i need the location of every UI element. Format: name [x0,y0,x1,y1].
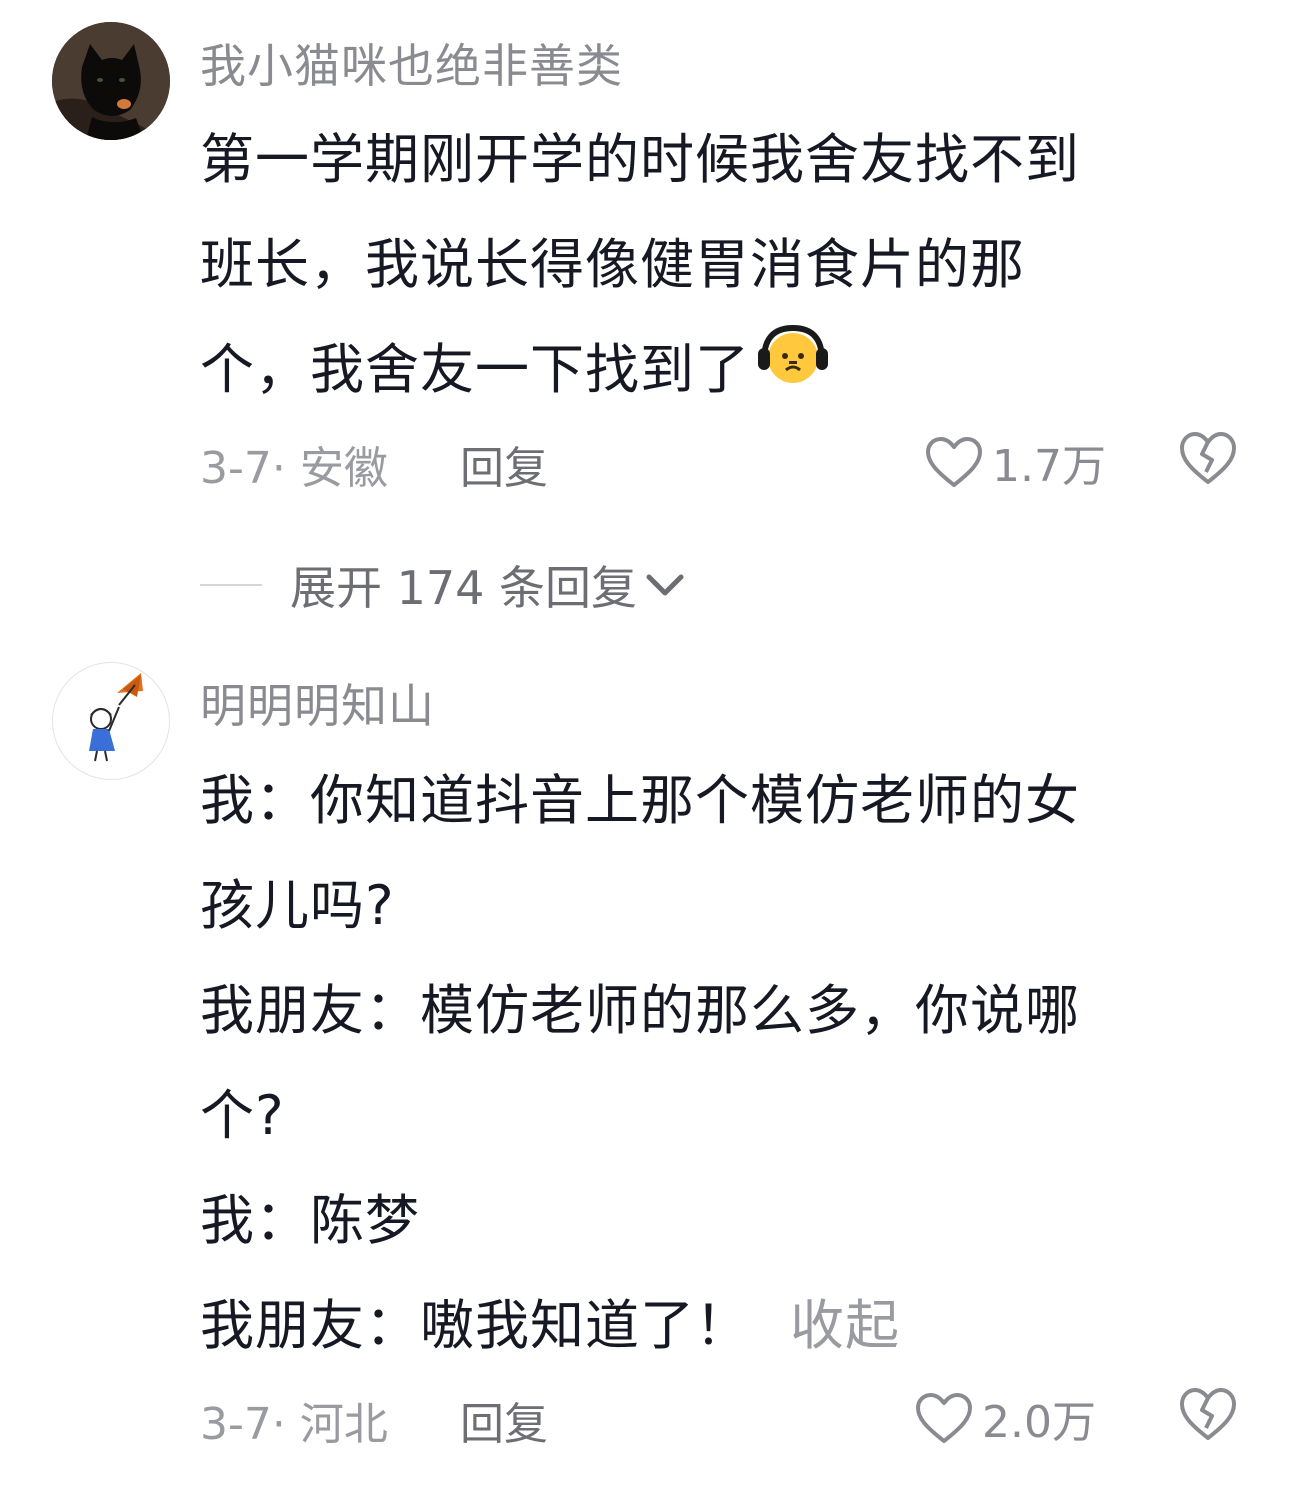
broken-heart-icon [1180,432,1236,484]
comment-line: 个，我舍友一下找到了 [200,317,1200,426]
comment-line: 班长，我说长得像健胃消食片的那 [200,233,1025,296]
like-button[interactable]: 2.0万 [914,1386,1096,1450]
collapse-button[interactable]: 收起 [790,1294,900,1357]
like-button[interactable]: 1.7万 [924,430,1106,494]
date-location: 3-7· 安徽 [200,443,388,494]
comment-line: 我：陈梦 [200,1189,420,1252]
reply-button[interactable]: 回复 [460,1388,548,1452]
comment-line-text: 个，我舍友一下找到了 [200,338,750,401]
username[interactable]: 我小猫咪也绝非善类 [200,30,623,96]
comment-text: 我：你知道抖音上那个模仿老师的女 孩儿吗? 我朋友：模仿老师的那么多，你说哪 个… [200,748,1200,1378]
heart-icon [916,1393,972,1443]
like-count: 2.0万 [982,1397,1096,1448]
dislike-button[interactable] [1178,1386,1238,1453]
black-cat-avatar-icon [52,22,170,140]
expand-replies-label: 展开 174 条回复 [290,561,638,615]
date-location: 3-7· 河北 [200,1399,388,1450]
headphones-face-emoji-icon [756,315,830,420]
comment-line: 我：你知道抖音上那个模仿老师的女 [200,769,1080,832]
comment-line-text: 我朋友：嗷我知道了！ [200,1294,750,1357]
girl-with-umbrella-avatar-icon [89,673,143,762]
comment-line: 第一学期刚开学的时候我舍友找不到 [200,128,1080,191]
divider [200,584,262,586]
dislike-button[interactable] [1178,430,1238,497]
broken-heart-icon [1180,1388,1236,1440]
comment-meta: 3-7· 安徽 回复 1.7万 [200,430,1260,494]
comment-line: 我朋友：嗷我知道了！ 收起 [200,1273,1200,1378]
avatar[interactable] [52,22,170,140]
expand-replies-button[interactable]: 展开 174 条回复 [200,555,689,615]
heart-icon [926,437,982,487]
reply-button[interactable]: 回复 [460,432,548,496]
avatar[interactable] [52,662,170,780]
username[interactable]: 明明明知山 [200,670,435,736]
comment-line: 我朋友：模仿老师的那么多，你说哪 [200,979,1080,1042]
chevron-down-icon [646,574,684,596]
like-count: 1.7万 [992,441,1106,492]
comment-meta: 3-7· 河北 回复 2.0万 [200,1386,1260,1450]
comment-line: 孩儿吗? [200,874,395,937]
comment-text: 第一学期刚开学的时候我舍友找不到 班长，我说长得像健胃消食片的那 个，我舍友一下… [200,107,1200,426]
comment-line: 个? [200,1084,285,1147]
